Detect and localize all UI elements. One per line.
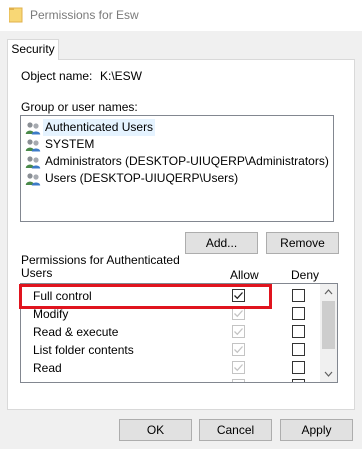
user-item-system[interactable]: SYSTEM [25,136,96,153]
object-name-label: Object name: [21,69,93,83]
scroll-down-icon[interactable] [320,366,337,382]
folder-icon [9,7,23,23]
deny-checkbox[interactable] [292,361,305,374]
user-item-label: Administrators (DESKTOP-UIUQERP\Administ… [45,154,329,168]
allow-checkbox [232,307,245,320]
ok-button[interactable]: OK [119,419,192,441]
perm-row-modify: Modify [21,305,321,323]
user-item-administrators[interactable]: Administrators (DESKTOP-UIUQERP\Administ… [25,153,331,170]
allow-checkbox [232,379,245,382]
user-item-authenticated-users[interactable]: Authenticated Users [25,119,156,136]
perm-name: Read [33,361,62,375]
title-bar: Permissions for Esw [0,0,362,31]
checkmark-icon [234,292,243,300]
allow-checkbox [232,343,245,356]
tab-security[interactable]: Security [7,39,59,60]
group-names-label: Group or user names: [21,100,138,114]
allow-column-header: Allow [230,268,259,282]
object-name-value: K:\ESW [100,69,143,83]
deny-checkbox[interactable] [292,289,305,302]
cancel-button[interactable]: Cancel [199,419,272,441]
add-button[interactable]: Add... [185,232,258,254]
perm-row-partial [21,377,321,382]
deny-checkbox[interactable] [292,343,305,356]
perm-row-read: Read [21,359,321,377]
checkmark-icon [234,310,243,318]
checkmark-icon [234,364,243,372]
perm-name: Full control [33,289,92,303]
checkmark-icon [234,346,243,354]
user-item-label: Users (DESKTOP-UIUQERP\Users) [45,171,239,185]
scrollbar-thumb[interactable] [322,301,335,349]
user-item-label: SYSTEM [45,137,95,151]
deny-checkbox[interactable] [292,379,305,382]
user-list[interactable]: Authenticated Users SYSTEM Administrator… [20,115,334,222]
deny-column-header: Deny [291,268,320,282]
users-icon [25,155,41,168]
users-icon [25,121,41,134]
perm-name: List folder contents [33,343,134,357]
checkmark-icon [234,328,243,336]
users-icon [25,138,41,151]
deny-checkbox[interactable] [292,325,305,338]
perm-row-list-folder-contents: List folder contents [21,341,321,359]
window-title: Permissions for Esw [30,8,139,22]
scroll-up-icon[interactable] [320,284,337,300]
allow-checkbox [232,361,245,374]
allow-checkbox [232,325,245,338]
perm-row-read-execute: Read & execute [21,323,321,341]
user-item-users[interactable]: Users (DESKTOP-UIUQERP\Users) [25,170,240,187]
permissions-list: Full control Modify Read & execute List … [20,283,338,383]
remove-button[interactable]: Remove [266,232,339,254]
allow-checkbox[interactable] [232,289,245,302]
user-item-label: Authenticated Users [43,119,156,136]
deny-checkbox[interactable] [292,307,305,320]
permissions-header: Permissions for Authenticated Users [21,253,180,280]
permissions-scrollbar[interactable] [320,284,337,382]
users-icon [25,172,41,185]
apply-button[interactable]: Apply [280,419,353,441]
perm-row-full-control: Full control [21,287,321,305]
perm-name: Read & execute [33,325,119,339]
perm-name: Modify [33,307,69,321]
